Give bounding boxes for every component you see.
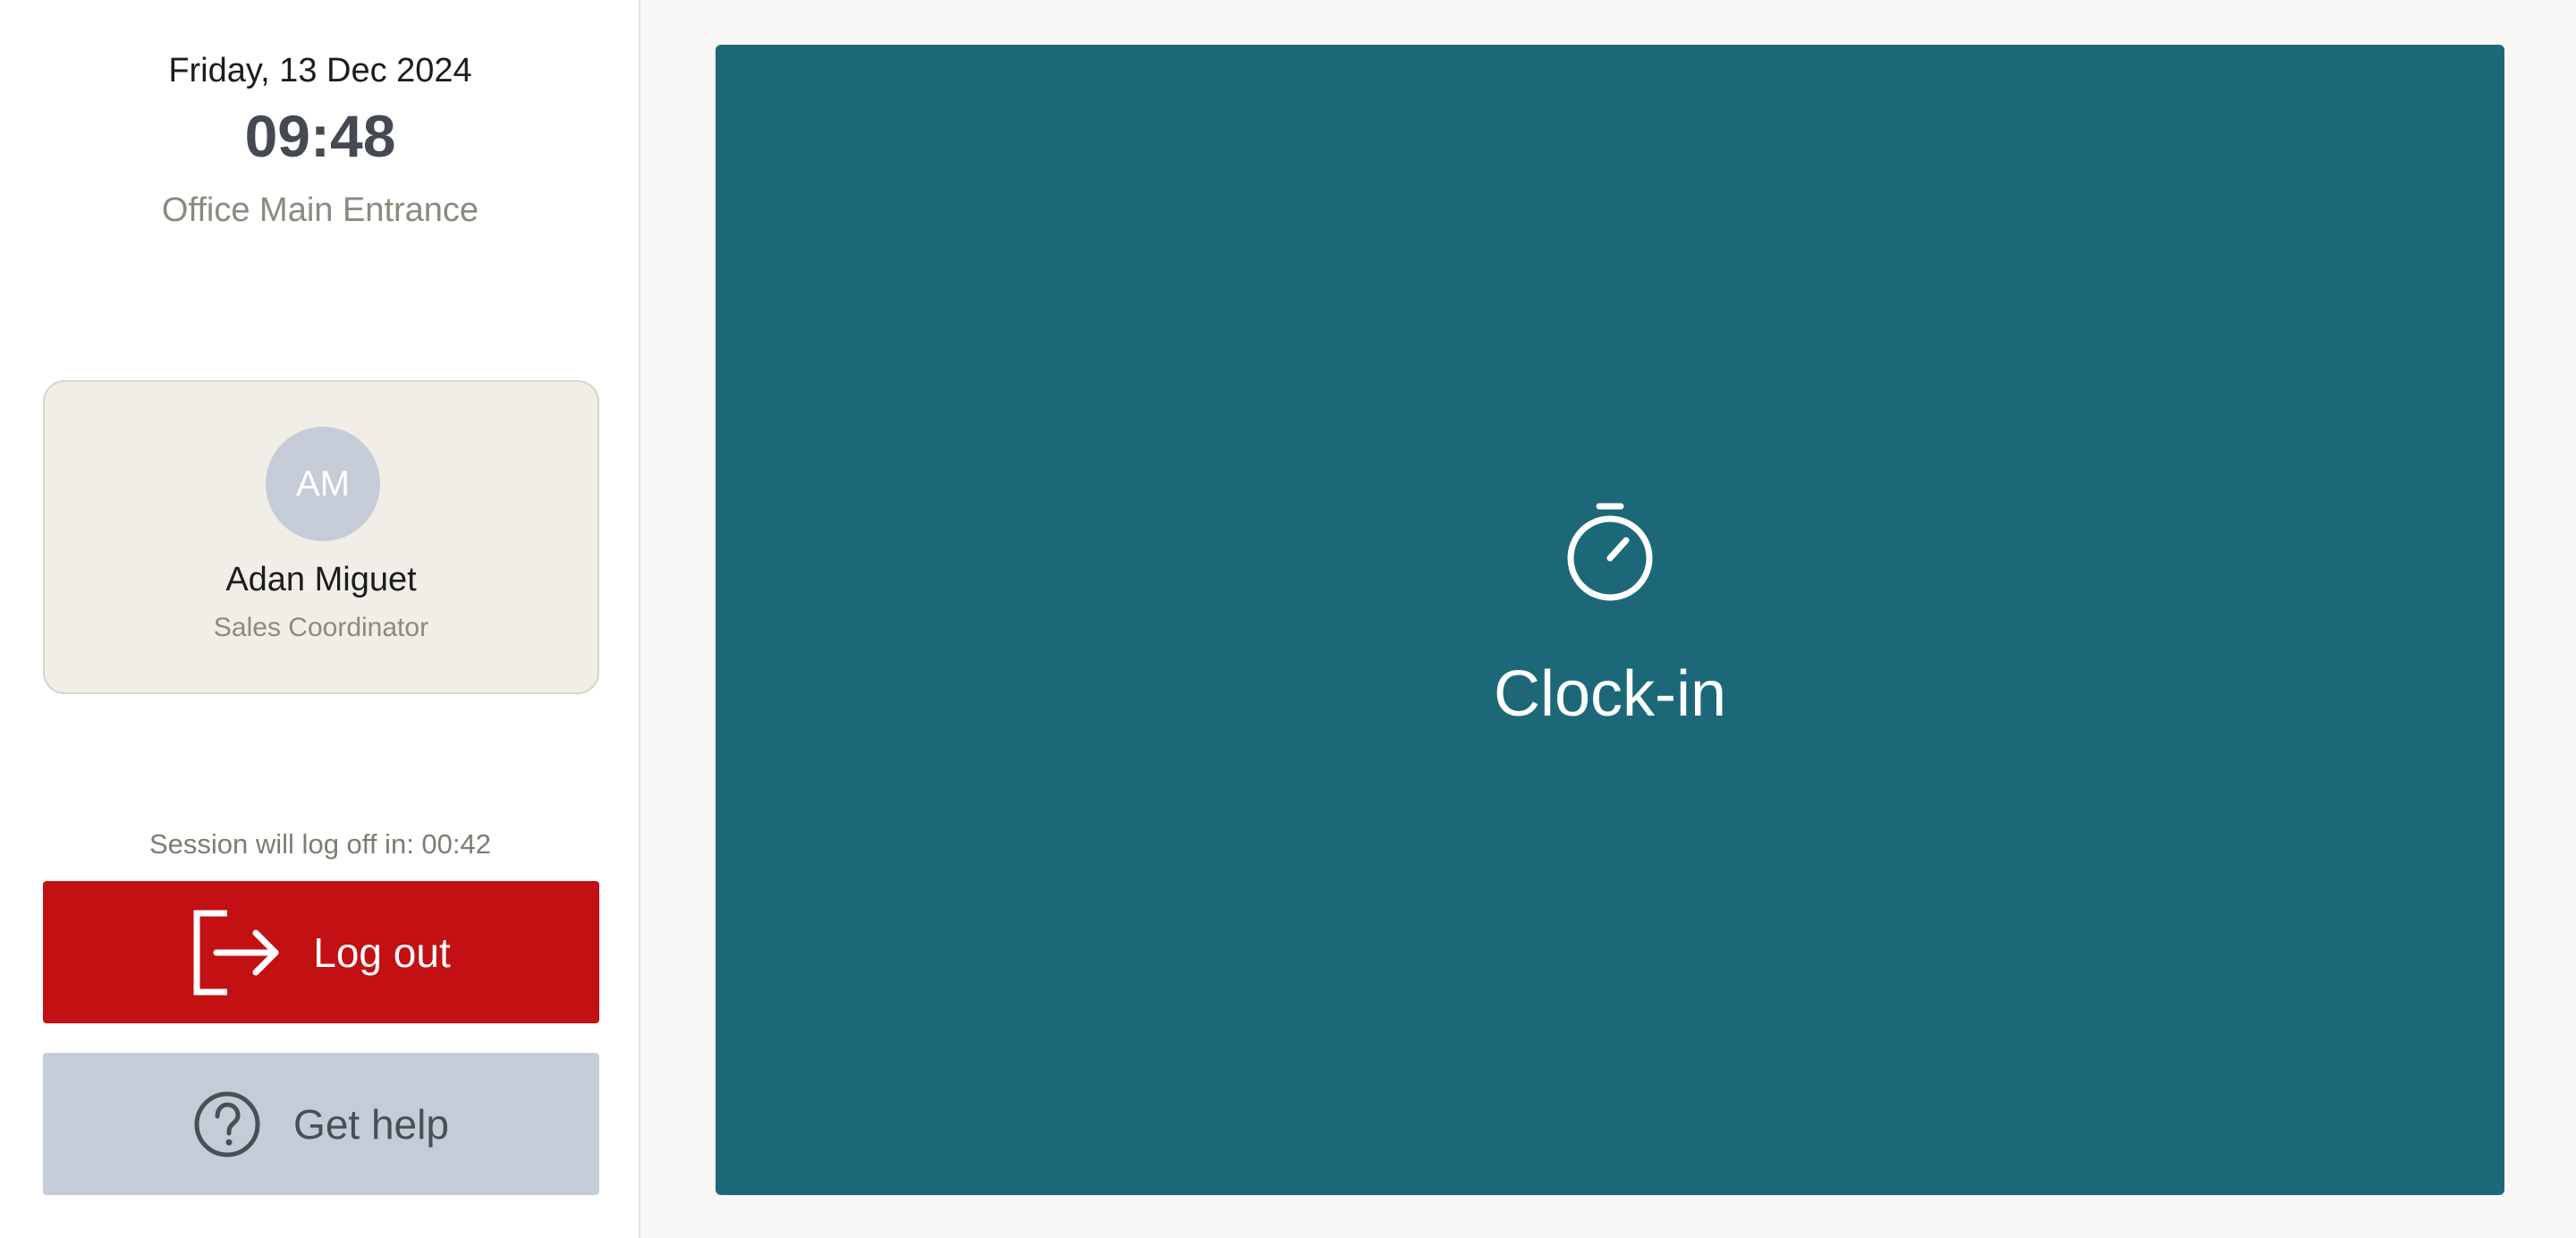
sidebar: Friday, 13 Dec 2024 09:48 Office Main En…: [0, 0, 640, 1238]
kiosk-app: Friday, 13 Dec 2024 09:48 Office Main En…: [0, 0, 2576, 1238]
session-countdown: Session will log off in: 00:42: [149, 828, 491, 860]
clock-in-content: Clock-in: [716, 501, 2504, 731]
help-label: Get help: [293, 1100, 449, 1148]
clock-in-button[interactable]: Clock-in: [716, 45, 2504, 1195]
logout-button[interactable]: Log out: [43, 881, 599, 1023]
current-time: 09:48: [244, 103, 396, 169]
user-name: Adan Miguet: [225, 561, 417, 598]
logout-icon: [191, 910, 281, 996]
help-button[interactable]: Get help: [43, 1053, 599, 1195]
avatar: AM: [266, 427, 380, 541]
logout-label: Log out: [313, 928, 451, 976]
current-date: Friday, 13 Dec 2024: [168, 52, 472, 89]
stopwatch-icon: [1565, 501, 1655, 609]
clock-in-label: Clock-in: [1493, 658, 1727, 730]
help-circle-icon: [193, 1090, 261, 1158]
profile-card: AM Adan Miguet Sales Coordinator: [43, 380, 599, 694]
user-role: Sales Coordinator: [213, 613, 429, 642]
location-name: Office Main Entrance: [161, 191, 479, 229]
